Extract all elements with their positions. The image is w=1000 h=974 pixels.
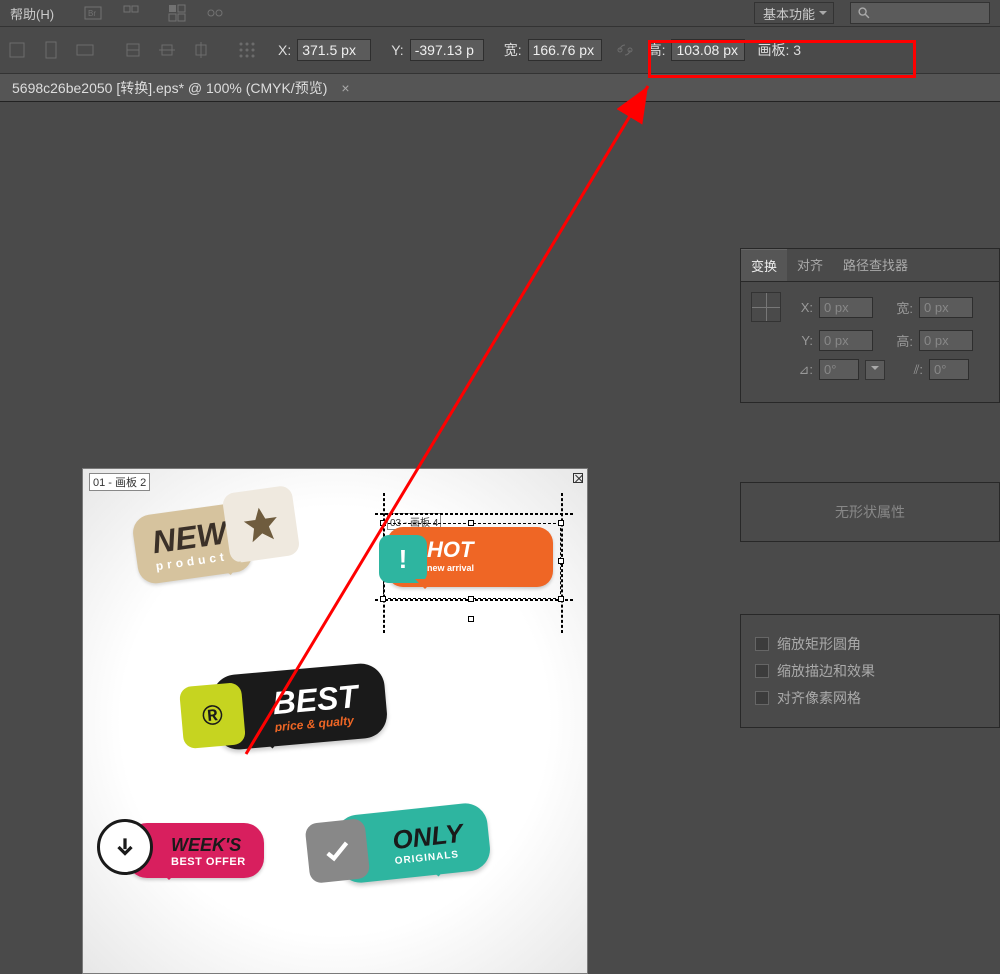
workspace: 01 - 画板 2 NEW product 03 - 画板 4 ! HOT	[0, 102, 1000, 882]
landscape-icon[interactable]	[72, 37, 98, 63]
panel-x-input[interactable]: 0 px	[819, 297, 873, 318]
stock-icon[interactable]	[118, 3, 144, 23]
close-tab-icon[interactable]: ×	[341, 80, 349, 96]
bridge-icon[interactable]: Br	[80, 3, 106, 23]
search-input[interactable]	[850, 2, 990, 24]
application-menu-bar: 帮助(H) Br 基本功能	[0, 0, 1000, 26]
badge-new[interactable]: NEW product	[131, 501, 254, 585]
checkbox-scale-corners[interactable]	[755, 637, 769, 651]
badge-hot-title: HOT	[427, 537, 537, 563]
check-icon	[304, 818, 370, 884]
tab-align[interactable]: 对齐	[787, 249, 833, 281]
search-icon	[857, 6, 871, 20]
help-menu[interactable]: 帮助(H)	[10, 4, 54, 23]
rectangle-tool-icon[interactable]	[4, 37, 30, 63]
star-icon	[221, 485, 300, 564]
panel-y-input[interactable]: 0 px	[819, 330, 873, 351]
check-label-3: 对齐像素网格	[777, 688, 861, 708]
panel-y-label: Y:	[793, 333, 813, 348]
workspace-label: 基本功能	[763, 4, 815, 23]
width-input[interactable]: 166.76 px	[528, 39, 602, 61]
panel-shear-input[interactable]: 0°	[929, 359, 969, 380]
artboard-label: 01 - 画板 2	[89, 473, 150, 491]
badge-only[interactable]: ONLY ORIGINALS	[337, 809, 489, 877]
artboard-canvas[interactable]: 01 - 画板 2 NEW product 03 - 画板 4 ! HOT	[82, 468, 588, 974]
check-label-1: 缩放矩形圆角	[777, 634, 861, 654]
height-input[interactable]: 103.08 px	[671, 39, 745, 61]
options-panel: 缩放矩形圆角 缩放描边和效果 对齐像素网格	[740, 614, 1000, 728]
badge-hot: ! HOT new arrival	[387, 527, 553, 587]
selected-object[interactable]: 03 - 画板 4 ! HOT new arrival	[375, 513, 575, 633]
registered-icon: ®	[179, 682, 246, 749]
artboard-close-icon[interactable]	[573, 473, 583, 483]
no-shape-label: 无形状属性	[835, 502, 905, 522]
align-v-icon[interactable]	[188, 37, 214, 63]
badge-week-sub: BEST OFFER	[171, 856, 246, 868]
panel-w-input[interactable]: 0 px	[919, 297, 973, 318]
tab-pathfinder[interactable]: 路径查找器	[833, 249, 918, 281]
shape-panel: 无形状属性	[740, 482, 1000, 542]
reference-grid-icon[interactable]	[234, 37, 260, 63]
panel-h-label: 高:	[893, 331, 913, 350]
control-bar: X: 371.5 px Y: -397.13 p 宽: 166.76 px 高:…	[0, 26, 1000, 74]
x-input[interactable]: 371.5 px	[297, 39, 371, 61]
link-icon[interactable]	[612, 37, 638, 63]
svg-text:Br: Br	[88, 9, 96, 18]
hand-icon[interactable]	[202, 3, 228, 23]
arrange-icon[interactable]	[164, 3, 190, 23]
document-title: 5698c26be2050 [转换].eps* @ 100% (CMYK/预览)	[12, 78, 327, 98]
checkbox-scale-strokes[interactable]	[755, 664, 769, 678]
panel-h-input[interactable]: 0 px	[919, 330, 973, 351]
panel-w-label: 宽:	[893, 298, 913, 317]
transform-panel: 变换 对齐 路径查找器 X: 0 px 宽: 0 px Y: 0 px 高: 0…	[740, 248, 1000, 403]
reference-point-icon[interactable]	[751, 292, 781, 322]
panel-x-label: X:	[793, 300, 813, 315]
portrait-icon[interactable]	[38, 37, 64, 63]
document-tab[interactable]: 5698c26be2050 [转换].eps* @ 100% (CMYK/预览)…	[0, 74, 1000, 102]
rotate-dropdown-icon[interactable]	[865, 360, 885, 380]
exclamation-icon: !	[379, 535, 427, 583]
align-h-icon[interactable]	[154, 37, 180, 63]
artboard-index: 画板: 3	[751, 40, 801, 60]
tab-transform[interactable]: 变换	[741, 249, 787, 281]
anchor-tools	[4, 37, 98, 63]
badge-hot-sub: new arrival	[427, 563, 537, 573]
x-label: X:	[278, 42, 291, 58]
panel-shear-label: ⫽:	[903, 362, 923, 378]
badge-week[interactable]: WEEK'S BEST OFFER	[127, 823, 264, 878]
check-label-2: 缩放描边和效果	[777, 661, 875, 681]
workspace-switcher[interactable]: 基本功能	[754, 2, 834, 24]
checkbox-pixel-grid[interactable]	[755, 691, 769, 705]
panel-tabs: 变换 对齐 路径查找器	[741, 249, 999, 282]
panel-rotate-input[interactable]: 0°	[819, 359, 859, 380]
align-crop-icon[interactable]	[120, 37, 146, 63]
badge-best-title: BEST	[271, 682, 359, 718]
arrow-down-icon	[97, 819, 153, 875]
badge-best[interactable]: ® BEST price & qualty	[213, 669, 386, 744]
y-label: Y:	[391, 42, 403, 58]
panel-rotate-label: ⊿:	[793, 362, 813, 378]
y-input[interactable]: -397.13 p	[410, 39, 484, 61]
badge-week-title: WEEK'S	[171, 835, 246, 856]
width-label: 宽:	[504, 40, 522, 60]
height-label: 高:	[648, 40, 666, 60]
align-tools	[120, 37, 214, 63]
